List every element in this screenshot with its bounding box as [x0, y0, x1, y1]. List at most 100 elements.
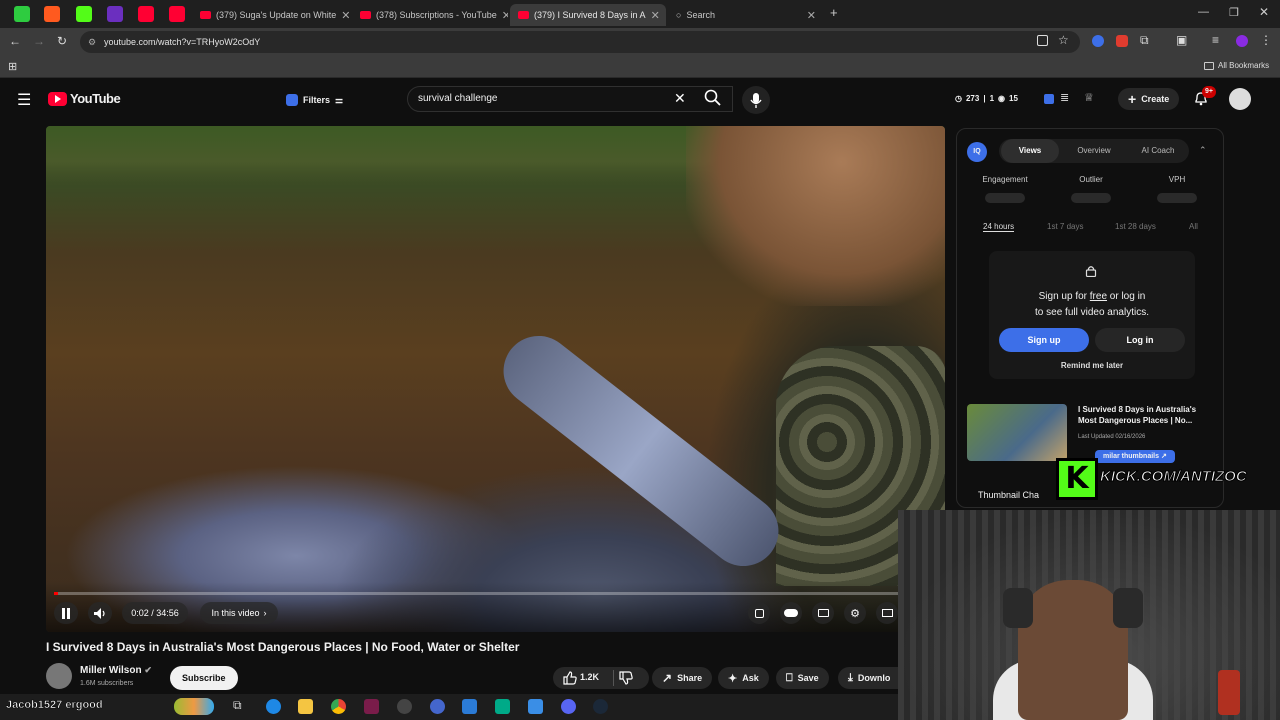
chrome-icon[interactable] [331, 699, 346, 714]
back-icon[interactable]: ← [9, 34, 21, 48]
address-bar[interactable]: ⚙ youtube.com/watch?v=TRHyoW2cOdY [80, 31, 1080, 53]
login-button[interactable]: Log in [1095, 328, 1185, 352]
extensions-puzzle-icon[interactable]: ⧉ [1140, 33, 1149, 48]
volume-button[interactable] [88, 602, 112, 624]
thumbnail-chat-heading: Thumbnail Cha [978, 490, 1040, 500]
range-24-hours[interactable]: 24 hours [983, 222, 1015, 232]
kick-url: KICK.COM/ANTIZOC [1100, 468, 1248, 486]
captions-button[interactable] [812, 602, 834, 624]
subscribe-button[interactable]: Subscribe [170, 666, 238, 690]
browser-tab[interactable]: (379) Suga's Update on White ✕ [192, 4, 350, 26]
forward-icon[interactable]: → [33, 34, 45, 48]
save-button[interactable]: ⎕ Save [776, 667, 829, 689]
bookmark-star-icon[interactable]: ☆ [1058, 33, 1069, 47]
extension-icon[interactable] [1116, 35, 1128, 47]
voice-search-button[interactable] [742, 86, 770, 114]
create-button[interactable]: + Create [1118, 88, 1180, 110]
channel-avatar[interactable] [46, 663, 72, 689]
signup-button[interactable]: Sign up [999, 328, 1089, 352]
remind-later-link[interactable]: Remind me later [989, 361, 1195, 370]
range-7-days[interactable]: 1st 7 days [1047, 222, 1083, 231]
download-button[interactable]: ⤓ Downlo [838, 667, 898, 689]
tab-views[interactable]: Views [1001, 139, 1059, 163]
video-player[interactable]: 0:02 / 34:56 In this video › ⚙ [46, 126, 945, 632]
gear-icon: ⚙ [850, 607, 860, 620]
miniplayer-button[interactable] [876, 602, 898, 624]
extension-icon[interactable] [1092, 35, 1104, 47]
maximize-icon[interactable]: ❐ [1229, 6, 1239, 19]
pinned-kick-tab-icon[interactable] [76, 6, 92, 22]
trophy-icon[interactable]: ♕ [1084, 91, 1094, 104]
close-tab-icon[interactable]: ✕ [341, 9, 350, 22]
tab-label: Search [686, 10, 715, 20]
minimize-icon[interactable]: — [1198, 6, 1209, 18]
app-icon-4k[interactable] [397, 699, 412, 714]
hamburger-menu-icon[interactable]: ☰ [17, 90, 31, 110]
free-link[interactable]: free [1090, 291, 1107, 302]
pinned-tab-icon[interactable] [44, 6, 60, 22]
pinned-tab-icon[interactable] [14, 6, 30, 22]
close-tab-icon[interactable]: ✕ [651, 9, 660, 22]
clear-search-icon[interactable]: ✕ [674, 90, 686, 107]
iq-extension-icon[interactable] [1044, 94, 1054, 104]
range-all[interactable]: All [1189, 222, 1198, 231]
progress-bar[interactable] [54, 592, 937, 595]
edge-icon[interactable] [266, 699, 281, 714]
app-icon[interactable] [364, 699, 379, 714]
stat-views: 273 [965, 94, 980, 103]
install-app-icon[interactable] [1037, 35, 1048, 46]
stat-likes: 1 [989, 94, 995, 103]
reading-list-icon[interactable]: ≡ [1212, 33, 1219, 47]
task-view-icon[interactable]: ⧉ [233, 698, 242, 713]
close-window-icon[interactable]: ✕ [1259, 5, 1269, 19]
apps-grid-icon[interactable]: ⊞ [8, 60, 17, 73]
discord-icon[interactable] [561, 699, 576, 714]
youtube-wordmark: YouTube [70, 91, 121, 106]
app-icon[interactable] [430, 699, 445, 714]
list-icon[interactable]: ≣ [1060, 91, 1069, 104]
video-thumbnail [967, 404, 1067, 461]
like-button[interactable] [563, 671, 577, 685]
tab-overview[interactable]: Overview [1065, 139, 1123, 163]
app-icon[interactable] [528, 699, 543, 714]
account-avatar[interactable] [1229, 88, 1251, 110]
widget-icon[interactable] [174, 698, 214, 715]
autoplay-toggle[interactable] [780, 602, 802, 624]
close-tab-icon[interactable]: ✕ [502, 9, 508, 22]
new-tab-icon[interactable]: + [830, 5, 838, 20]
app-icon[interactable] [462, 699, 477, 714]
file-explorer-icon[interactable] [298, 699, 313, 714]
youtube-logo[interactable]: YouTube [48, 91, 121, 106]
close-tab-icon[interactable]: ✕ [807, 9, 816, 22]
chevron-up-icon[interactable]: ⌃ [1199, 145, 1207, 156]
metric-outlier: Outlier [1079, 175, 1103, 184]
reload-icon[interactable]: ↻ [57, 34, 67, 48]
sidepanel-icon[interactable]: ▣ [1176, 33, 1187, 47]
filters-button[interactable]: Filters ⚌ [286, 90, 343, 110]
ask-button[interactable]: ✦ Ask [718, 667, 769, 689]
app-icon[interactable] [495, 699, 510, 714]
channel-name-row[interactable]: Miller Wilson ✔ [80, 665, 152, 676]
site-info-icon[interactable]: ⚙ [88, 31, 96, 53]
browser-menu-icon[interactable]: ⋮ [1260, 33, 1272, 47]
search-button[interactable] [704, 89, 722, 107]
tab-ai-coach[interactable]: AI Coach [1129, 139, 1187, 163]
similar-video-card[interactable]: I Survived 8 Days in Australia's Most Da… [967, 404, 1215, 464]
browser-tab-active[interactable]: (379) I Survived 8 Days in A ✕ [510, 4, 666, 26]
dislike-button[interactable] [619, 671, 633, 685]
all-bookmarks[interactable]: All Bookmarks [1204, 61, 1269, 70]
browser-tab[interactable]: ○ Search ✕ [668, 4, 824, 26]
share-button[interactable]: ↗ Share [652, 667, 713, 689]
settings-button[interactable]: ⚙ [844, 602, 866, 624]
pause-button[interactable] [54, 602, 78, 624]
iq-icon [286, 94, 298, 106]
range-28-days[interactable]: 1st 28 days [1115, 222, 1156, 231]
in-this-video-button[interactable]: In this video › [200, 602, 278, 624]
browser-tab[interactable]: (378) Subscriptions - YouTube ✕ [352, 4, 508, 26]
pinned-youtube-tab-icon[interactable] [169, 6, 185, 22]
steam-icon[interactable] [593, 699, 608, 714]
pinned-tab-icon[interactable] [107, 6, 123, 22]
iq-player-button[interactable] [748, 602, 770, 624]
pinned-youtube-tab-icon[interactable] [138, 6, 154, 22]
profile-avatar[interactable] [1236, 35, 1248, 47]
